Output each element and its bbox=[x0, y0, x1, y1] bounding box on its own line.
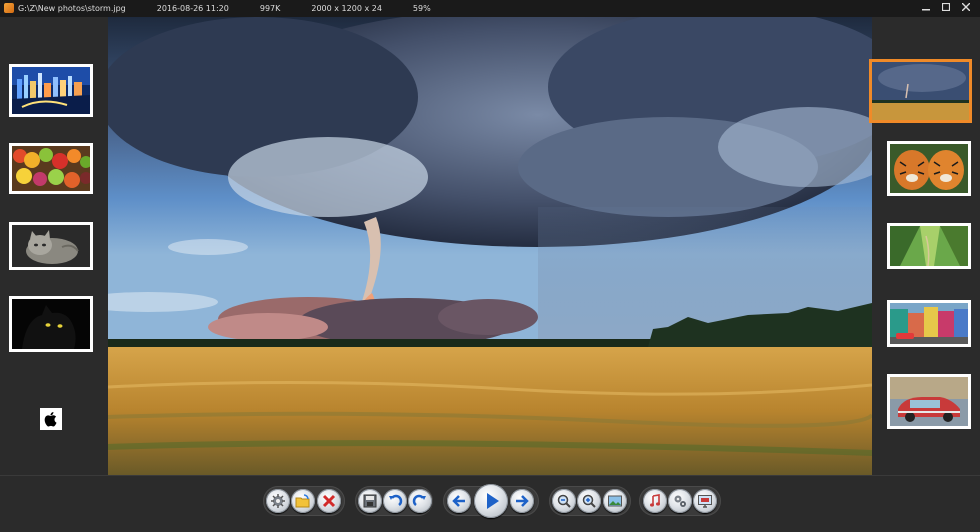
storm-photo bbox=[108, 17, 872, 475]
play-button[interactable] bbox=[474, 484, 508, 518]
maximize-icon bbox=[941, 2, 951, 12]
market-fruits-image bbox=[12, 146, 90, 191]
screen-icon bbox=[698, 495, 712, 508]
thumbnail-vintage-car[interactable] bbox=[887, 374, 971, 429]
left-filmstrip bbox=[0, 17, 108, 475]
green-valley-image bbox=[890, 226, 968, 266]
city-night-image bbox=[12, 67, 90, 114]
vintage-car-image bbox=[890, 377, 968, 426]
music-note-icon bbox=[650, 494, 660, 507]
image-dimensions: 2000 x 1200 x 24 bbox=[311, 4, 382, 13]
apple-icon bbox=[44, 412, 57, 427]
delete-icon bbox=[322, 494, 336, 508]
thumbnail-black-cat[interactable] bbox=[9, 296, 93, 352]
open-folder-button[interactable] bbox=[291, 489, 315, 513]
thumbnail-market-fruits[interactable] bbox=[9, 143, 93, 194]
undo-button[interactable] bbox=[383, 489, 407, 513]
play-icon bbox=[487, 493, 499, 509]
main-image[interactable] bbox=[108, 17, 872, 475]
minimize-icon bbox=[922, 9, 930, 11]
close-button[interactable] bbox=[956, 0, 976, 17]
redo-icon bbox=[412, 494, 426, 506]
save-button[interactable] bbox=[358, 489, 382, 513]
file-size: 997K bbox=[259, 4, 281, 13]
thumbnail-green-valley[interactable] bbox=[887, 223, 971, 269]
undo-icon bbox=[389, 494, 403, 506]
arrow-right-icon bbox=[516, 495, 529, 507]
window-controls bbox=[916, 0, 976, 17]
title-bar: G:\Z\New photos\storm.jpg 2016-08-26 11:… bbox=[0, 0, 980, 17]
fit-image-button[interactable] bbox=[603, 489, 627, 513]
app-icon bbox=[4, 3, 14, 13]
thumbnail-kitten[interactable] bbox=[9, 222, 93, 270]
music-button[interactable] bbox=[643, 489, 667, 513]
settings-button[interactable] bbox=[266, 489, 290, 513]
zoom-in-button[interactable] bbox=[577, 489, 601, 513]
open-folder-icon bbox=[295, 494, 310, 508]
thumbnail-tigers[interactable] bbox=[887, 141, 971, 196]
picture-icon bbox=[608, 495, 622, 507]
gears-button[interactable] bbox=[668, 489, 692, 513]
delete-button[interactable] bbox=[317, 489, 341, 513]
redo-button[interactable] bbox=[408, 489, 432, 513]
gears-icon bbox=[674, 495, 686, 507]
zoom-out-button[interactable] bbox=[552, 489, 576, 513]
next-button[interactable] bbox=[510, 489, 534, 513]
zoom-out-icon bbox=[557, 494, 571, 508]
storm-field-image bbox=[872, 62, 969, 120]
settings-icon bbox=[271, 494, 285, 508]
zoom-level: 59% bbox=[412, 4, 431, 13]
thumbnail-colorful-street[interactable] bbox=[887, 300, 971, 347]
thumbnail-city-night[interactable] bbox=[9, 64, 93, 117]
right-filmstrip bbox=[869, 17, 980, 475]
zoom-in-icon bbox=[582, 494, 596, 508]
slideshow-screen-button[interactable] bbox=[693, 489, 717, 513]
tigers-image bbox=[890, 144, 968, 193]
thumbnail-storm-field[interactable] bbox=[869, 59, 972, 123]
file-datetime: 2016-08-26 11:20 bbox=[156, 4, 229, 13]
close-icon bbox=[961, 2, 971, 12]
minimize-button[interactable] bbox=[916, 0, 936, 17]
colorful-street-image bbox=[890, 303, 968, 344]
arrow-left-icon bbox=[452, 495, 465, 507]
thumbnail-apple-logo[interactable] bbox=[40, 408, 62, 430]
maximize-button[interactable] bbox=[936, 0, 956, 17]
file-path: G:\Z\New photos\storm.jpg bbox=[18, 4, 126, 13]
previous-button[interactable] bbox=[447, 489, 471, 513]
black-cat-image bbox=[12, 299, 90, 349]
save-icon bbox=[363, 494, 377, 508]
kitten-image bbox=[12, 225, 90, 267]
